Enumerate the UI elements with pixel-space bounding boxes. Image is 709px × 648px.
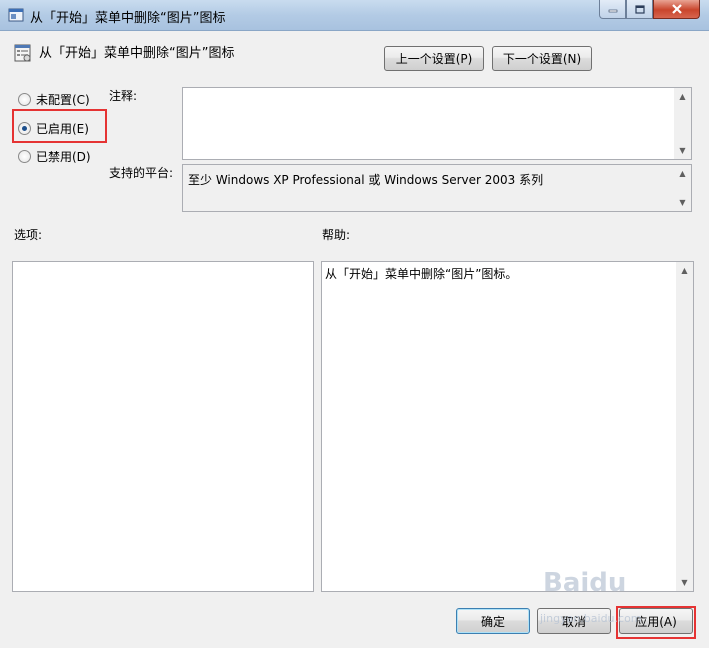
comment-textarea[interactable]: ▲ ▼ xyxy=(182,87,692,160)
setting-name: 从「开始」菜单中删除“图片”图标 xyxy=(39,46,235,61)
radio-not-configured[interactable]: 未配置(C) xyxy=(18,91,90,108)
ok-label: 确定 xyxy=(480,614,505,629)
scroll-down-icon[interactable]: ▼ xyxy=(674,194,691,211)
help-label: 帮助: xyxy=(322,228,351,242)
supported-platform-field: 至少 Windows XP Professional 或 Windows Ser… xyxy=(182,164,692,212)
radio-circle[interactable] xyxy=(18,150,31,163)
window-title-bar[interactable]: 从「开始」菜单中删除“图片”图标 xyxy=(0,0,709,31)
scroll-up-icon[interactable]: ▲ xyxy=(674,165,691,182)
supported-platform-value: 至少 Windows XP Professional 或 Windows Ser… xyxy=(188,173,544,187)
help-text: 从「开始」菜单中删除“图片”图标。 xyxy=(325,267,518,281)
previous-setting-button[interactable]: 上一个设置(P) xyxy=(384,46,484,71)
watermark-url: jingyan.baidu.com xyxy=(540,612,642,625)
comment-label: 注释: xyxy=(109,89,138,103)
scroll-down-icon[interactable]: ▼ xyxy=(676,574,693,591)
help-pane: 从「开始」菜单中删除“图片”图标。 ▲ ▼ xyxy=(321,261,694,592)
policy-setting-icon xyxy=(14,44,31,62)
comment-scrollbar[interactable]: ▲ ▼ xyxy=(674,88,691,159)
maximize-button[interactable] xyxy=(626,0,653,19)
supported-platform-label: 支持的平台: xyxy=(109,166,174,180)
scroll-up-icon[interactable]: ▲ xyxy=(674,88,691,105)
next-setting-label: 下一个设置(N) xyxy=(502,52,582,66)
ok-button[interactable]: 确定 xyxy=(456,608,530,634)
radio-label: 已禁用(D) xyxy=(36,150,91,164)
options-label: 选项: xyxy=(14,228,43,242)
help-scrollbar[interactable]: ▲ ▼ xyxy=(676,262,693,591)
next-setting-button[interactable]: 下一个设置(N) xyxy=(492,46,592,71)
radio-label: 未配置(C) xyxy=(36,93,90,107)
radio-circle[interactable] xyxy=(18,93,31,106)
close-button[interactable] xyxy=(653,0,700,19)
window-title: 从「开始」菜单中删除“图片”图标 xyxy=(30,11,226,26)
group-policy-icon xyxy=(8,8,24,22)
radio-disabled[interactable]: 已禁用(D) xyxy=(18,148,91,165)
close-icon xyxy=(671,4,682,14)
minimize-icon xyxy=(608,9,617,13)
options-pane xyxy=(12,261,314,592)
watermark-logo: Baidu xyxy=(543,568,627,598)
previous-setting-label: 上一个设置(P) xyxy=(395,52,473,66)
supported-scrollbar[interactable]: ▲ ▼ xyxy=(674,165,691,211)
maximize-icon xyxy=(634,4,645,14)
enabled-highlight-box xyxy=(12,109,107,143)
scroll-up-icon[interactable]: ▲ xyxy=(676,262,693,279)
scroll-down-icon[interactable]: ▼ xyxy=(674,142,691,159)
minimize-button[interactable] xyxy=(599,0,626,19)
